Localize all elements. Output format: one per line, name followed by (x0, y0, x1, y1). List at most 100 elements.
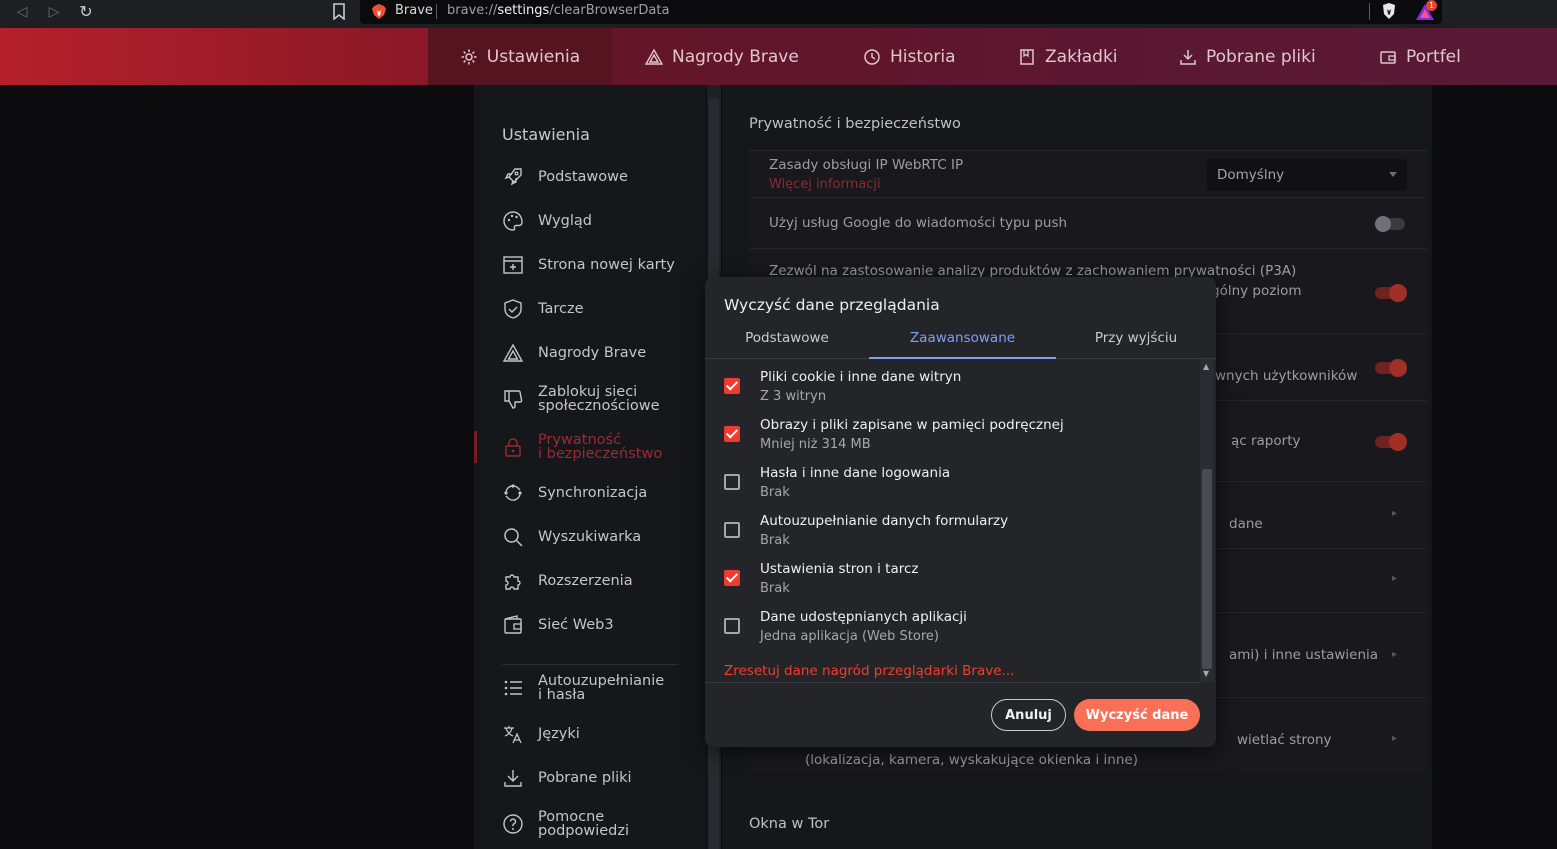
back-icon[interactable]: ◁ (10, 2, 34, 22)
option-site-settings[interactable]: Ustawienia stron i tarcz Brak (724, 561, 1184, 605)
sidebar-item-label: Strona nowej karty (538, 257, 675, 273)
section-title-privacy: Prywatność i bezpieczeństwo (749, 116, 961, 132)
option-subtitle: Brak (760, 581, 790, 596)
address-divider-right (1369, 3, 1370, 20)
brave-shields-icon[interactable] (1381, 2, 1397, 20)
tab-basic[interactable]: Podstawowe (705, 321, 869, 359)
sidebar-item-autofill[interactable]: Autouzupełnianie i hasła (502, 674, 664, 702)
sidebar-item-label: Wyszukiwarka (538, 529, 642, 545)
download-icon (1180, 49, 1196, 65)
option-hosted-apps[interactable]: Dane udostępnianych aplikacji Jedna apli… (724, 609, 1184, 653)
address-bar[interactable]: Brave brave://settings/clearBrowserData (360, 0, 1442, 24)
topnav-label: Historia (890, 46, 956, 67)
option-title: Autouzupełnianie danych formularzy (760, 513, 1009, 529)
reset-rewards-link[interactable]: Zresetuj dane nagród przeglądarki Brave.… (724, 663, 1014, 679)
sidebar-item-sync[interactable]: Synchronizacja (502, 482, 647, 504)
top-nav-brand-area (0, 28, 430, 85)
option-subtitle: Brak (760, 533, 790, 548)
bookmark-page-icon[interactable] (332, 3, 346, 20)
topnav-label: Ustawienia (486, 46, 581, 67)
checkbox-site-settings[interactable] (724, 570, 740, 586)
sidebar-item-social-blocking[interactable]: Zablokuj sieci społecznościowe (502, 385, 660, 413)
sidebar-item-label: Synchronizacja (538, 485, 648, 501)
topnav-rewards[interactable]: Nagrody Brave (645, 28, 799, 85)
chevron-right-icon: ▸ (1391, 649, 1397, 660)
sidebar-item-search[interactable]: Wyszukiwarka (502, 526, 641, 548)
new-tab-icon (503, 256, 523, 274)
webrtc-label: Zasady obsługi IP WebRTC IP (769, 157, 964, 173)
bookmark-icon (1020, 48, 1034, 65)
sidebar-item-privacy[interactable]: Prywatność i bezpieczeństwo (502, 433, 662, 461)
scrollbar-thumb[interactable] (1202, 469, 1212, 669)
usage-stats-label: wnych użytkowników (1215, 368, 1358, 384)
sidebar-item-downloads[interactable]: Pobrane pliki (502, 767, 632, 789)
sidebar-item-label: Autouzupełnianie i hasła (538, 673, 665, 703)
history-icon (864, 48, 880, 65)
option-title: Ustawienia stron i tarcz (760, 561, 919, 577)
usage-stats-toggle[interactable] (1375, 359, 1407, 377)
chevron-right-icon: ▸ (1391, 573, 1397, 584)
cancel-button[interactable]: Anuluj (991, 699, 1066, 731)
option-cookies[interactable]: Pliki cookie i inne dane witryn Z 3 witr… (724, 369, 1184, 413)
checkbox-hosted-apps[interactable] (724, 618, 740, 634)
option-subtitle: Jedna aplikacja (Web Store) (760, 629, 939, 644)
webrtc-policy-select[interactable]: Domyślny (1207, 159, 1407, 191)
topnav-history[interactable]: Historia (863, 28, 956, 85)
sidebar-item-help-tips[interactable]: Pomocne podpowiedzi (502, 810, 629, 838)
sidebar-item-label: Zablokuj sieci społecznościowe (538, 384, 660, 414)
sidebar-item-label: Prywatność i bezpieczeństwo (538, 432, 663, 462)
clear-data-button[interactable]: Wyczyść dane (1074, 699, 1200, 731)
sidebar-item-label: Tarcze (538, 301, 584, 317)
tab-on-exit[interactable]: Przy wyjściu (1056, 321, 1216, 359)
rewards-triangle-icon (645, 48, 663, 65)
topnav-settings[interactable]: Ustawienia (428, 28, 612, 85)
option-passwords[interactable]: Hasła i inne dane logowania Brak (724, 465, 1184, 509)
clear-data-label: dane (1229, 516, 1263, 532)
brave-lion-icon (372, 4, 386, 19)
shield-icon (504, 299, 522, 319)
option-title: Dane udostępnianych aplikacji (760, 609, 967, 625)
topnav-downloads[interactable]: Pobrane pliki (1179, 28, 1316, 85)
reload-icon[interactable]: ↻ (74, 2, 98, 22)
scroll-up-icon[interactable]: ▲ (1203, 362, 1209, 371)
webrtc-row: Zasady obsługi IP WebRTC IP Więcej infor… (749, 150, 1427, 195)
topnav-wallet[interactable]: Portfel (1379, 28, 1461, 85)
dialog-divider (705, 682, 1200, 683)
option-cache[interactable]: Obrazy i pliki zapisane w pamięci podręc… (724, 417, 1184, 461)
chevron-right-icon: ▸ (1391, 733, 1397, 744)
p3a-toggle[interactable] (1375, 284, 1407, 302)
sidebar-item-basic[interactable]: Podstawowe (502, 166, 628, 188)
sidebar-item-web3[interactable]: Sieć Web3 (502, 614, 614, 636)
wallet-icon (1380, 50, 1396, 64)
crash-reports-toggle[interactable] (1375, 433, 1407, 451)
checkbox-cookies[interactable] (724, 378, 740, 394)
sidebar-item-shields[interactable]: Tarcze (502, 298, 584, 320)
dialog-scrollbar[interactable]: ▲ ▼ (1200, 359, 1214, 682)
sidebar-item-extensions[interactable]: Rozszerzenia (502, 570, 633, 592)
browser-toolbar: ◁ ▷ ↻ Brave brave://settings/clearBrowse… (0, 0, 1557, 28)
url-text: brave://settings/clearBrowserData (447, 3, 670, 18)
lock-icon (505, 438, 521, 457)
webrtc-learn-more-link[interactable]: Więcej informacji (769, 177, 881, 192)
sidebar-item-label: Sieć Web3 (538, 617, 614, 633)
checkbox-passwords[interactable] (724, 474, 740, 490)
toggle-knob (1389, 433, 1407, 451)
sync-icon (504, 484, 522, 501)
forward-icon[interactable]: ▷ (42, 2, 66, 22)
checkbox-autofill[interactable] (724, 522, 740, 538)
sidebar-item-languages[interactable]: Języki (502, 723, 580, 745)
rocket-icon (504, 168, 522, 186)
option-autofill[interactable]: Autouzupełnianie danych formularzy Brak (724, 513, 1184, 557)
p3a-sublabel: gólny poziom (1211, 283, 1302, 299)
checkbox-cache[interactable] (724, 426, 740, 442)
sidebar-item-new-tab[interactable]: Strona nowej karty (502, 254, 675, 276)
scroll-down-icon[interactable]: ▼ (1203, 669, 1209, 678)
tab-advanced[interactable]: Zaawansowane (869, 321, 1056, 359)
topnav-bookmarks[interactable]: Zakładki (1018, 28, 1118, 85)
sidebar-item-appearance[interactable]: Wygląd (502, 210, 592, 232)
sidebar-item-rewards[interactable]: Nagrody Brave (502, 342, 646, 364)
wallet-icon (504, 615, 522, 634)
sidebar-item-label: Rozszerzenia (538, 573, 633, 589)
sidebar-item-label: Podstawowe (538, 169, 628, 185)
push-messaging-toggle[interactable] (1375, 216, 1405, 232)
